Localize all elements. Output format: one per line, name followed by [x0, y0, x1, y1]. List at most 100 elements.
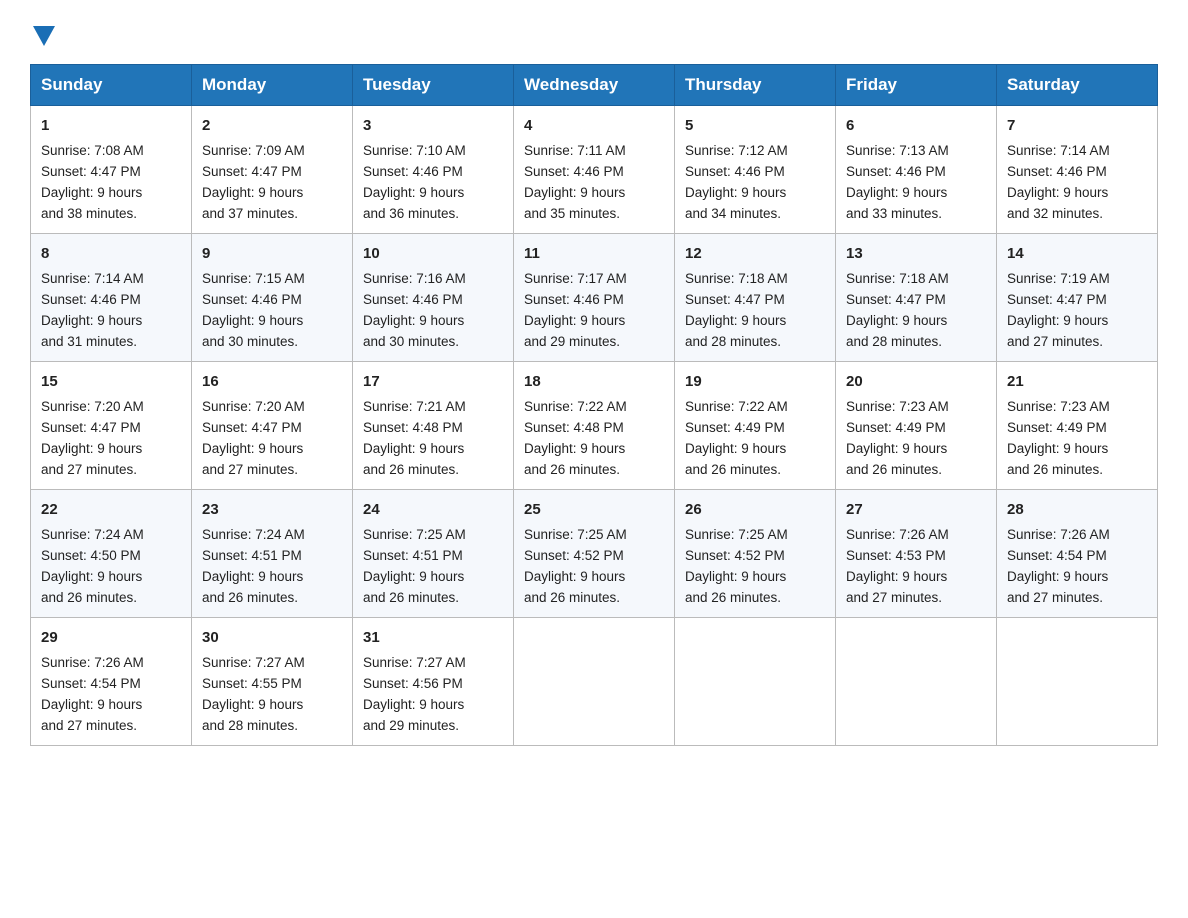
weekday-header-sunday: Sunday [31, 65, 192, 106]
day-number: 21 [1007, 370, 1147, 393]
day-info: Sunrise: 7:25 AMSunset: 4:52 PMDaylight:… [524, 527, 627, 605]
calendar-day-cell: 21 Sunrise: 7:23 AMSunset: 4:49 PMDaylig… [997, 361, 1158, 489]
day-info: Sunrise: 7:24 AMSunset: 4:51 PMDaylight:… [202, 527, 305, 605]
weekday-header-friday: Friday [836, 65, 997, 106]
calendar-week-row: 8 Sunrise: 7:14 AMSunset: 4:46 PMDayligh… [31, 233, 1158, 361]
calendar-day-cell: 16 Sunrise: 7:20 AMSunset: 4:47 PMDaylig… [192, 361, 353, 489]
calendar-day-cell: 10 Sunrise: 7:16 AMSunset: 4:46 PMDaylig… [353, 233, 514, 361]
day-number: 2 [202, 114, 342, 137]
calendar-day-cell: 25 Sunrise: 7:25 AMSunset: 4:52 PMDaylig… [514, 489, 675, 617]
weekday-header-saturday: Saturday [997, 65, 1158, 106]
day-info: Sunrise: 7:14 AMSunset: 4:46 PMDaylight:… [1007, 143, 1110, 221]
calendar-day-cell [675, 617, 836, 745]
calendar-day-cell: 7 Sunrise: 7:14 AMSunset: 4:46 PMDayligh… [997, 106, 1158, 234]
calendar-day-cell: 4 Sunrise: 7:11 AMSunset: 4:46 PMDayligh… [514, 106, 675, 234]
day-number: 18 [524, 370, 664, 393]
day-info: Sunrise: 7:24 AMSunset: 4:50 PMDaylight:… [41, 527, 144, 605]
day-number: 27 [846, 498, 986, 521]
calendar-day-cell: 15 Sunrise: 7:20 AMSunset: 4:47 PMDaylig… [31, 361, 192, 489]
day-number: 4 [524, 114, 664, 137]
day-number: 24 [363, 498, 503, 521]
calendar-day-cell [997, 617, 1158, 745]
calendar-week-row: 22 Sunrise: 7:24 AMSunset: 4:50 PMDaylig… [31, 489, 1158, 617]
day-info: Sunrise: 7:15 AMSunset: 4:46 PMDaylight:… [202, 271, 305, 349]
page-header [30, 20, 1158, 46]
calendar-day-cell: 22 Sunrise: 7:24 AMSunset: 4:50 PMDaylig… [31, 489, 192, 617]
day-info: Sunrise: 7:10 AMSunset: 4:46 PMDaylight:… [363, 143, 466, 221]
day-info: Sunrise: 7:26 AMSunset: 4:54 PMDaylight:… [1007, 527, 1110, 605]
weekday-header-thursday: Thursday [675, 65, 836, 106]
day-number: 22 [41, 498, 181, 521]
day-info: Sunrise: 7:26 AMSunset: 4:54 PMDaylight:… [41, 655, 144, 733]
day-number: 23 [202, 498, 342, 521]
day-number: 17 [363, 370, 503, 393]
logo [30, 20, 55, 46]
day-number: 10 [363, 242, 503, 265]
calendar-day-cell: 18 Sunrise: 7:22 AMSunset: 4:48 PMDaylig… [514, 361, 675, 489]
calendar-week-row: 15 Sunrise: 7:20 AMSunset: 4:47 PMDaylig… [31, 361, 1158, 489]
calendar-day-cell: 27 Sunrise: 7:26 AMSunset: 4:53 PMDaylig… [836, 489, 997, 617]
day-number: 8 [41, 242, 181, 265]
day-number: 5 [685, 114, 825, 137]
day-number: 29 [41, 626, 181, 649]
day-number: 25 [524, 498, 664, 521]
calendar-day-cell: 31 Sunrise: 7:27 AMSunset: 4:56 PMDaylig… [353, 617, 514, 745]
day-info: Sunrise: 7:13 AMSunset: 4:46 PMDaylight:… [846, 143, 949, 221]
calendar-day-cell: 8 Sunrise: 7:14 AMSunset: 4:46 PMDayligh… [31, 233, 192, 361]
day-number: 26 [685, 498, 825, 521]
calendar-day-cell: 14 Sunrise: 7:19 AMSunset: 4:47 PMDaylig… [997, 233, 1158, 361]
day-number: 30 [202, 626, 342, 649]
calendar-day-cell: 24 Sunrise: 7:25 AMSunset: 4:51 PMDaylig… [353, 489, 514, 617]
day-info: Sunrise: 7:21 AMSunset: 4:48 PMDaylight:… [363, 399, 466, 477]
day-info: Sunrise: 7:27 AMSunset: 4:56 PMDaylight:… [363, 655, 466, 733]
calendar-day-cell: 20 Sunrise: 7:23 AMSunset: 4:49 PMDaylig… [836, 361, 997, 489]
day-info: Sunrise: 7:20 AMSunset: 4:47 PMDaylight:… [202, 399, 305, 477]
calendar-week-row: 1 Sunrise: 7:08 AMSunset: 4:47 PMDayligh… [31, 106, 1158, 234]
day-number: 15 [41, 370, 181, 393]
day-number: 20 [846, 370, 986, 393]
calendar-day-cell: 11 Sunrise: 7:17 AMSunset: 4:46 PMDaylig… [514, 233, 675, 361]
day-number: 31 [363, 626, 503, 649]
weekday-header-wednesday: Wednesday [514, 65, 675, 106]
day-info: Sunrise: 7:25 AMSunset: 4:51 PMDaylight:… [363, 527, 466, 605]
day-info: Sunrise: 7:22 AMSunset: 4:49 PMDaylight:… [685, 399, 788, 477]
calendar-day-cell: 6 Sunrise: 7:13 AMSunset: 4:46 PMDayligh… [836, 106, 997, 234]
calendar-day-cell: 5 Sunrise: 7:12 AMSunset: 4:46 PMDayligh… [675, 106, 836, 234]
calendar-day-cell: 2 Sunrise: 7:09 AMSunset: 4:47 PMDayligh… [192, 106, 353, 234]
day-number: 9 [202, 242, 342, 265]
calendar-day-cell: 1 Sunrise: 7:08 AMSunset: 4:47 PMDayligh… [31, 106, 192, 234]
day-info: Sunrise: 7:17 AMSunset: 4:46 PMDaylight:… [524, 271, 627, 349]
calendar-day-cell: 30 Sunrise: 7:27 AMSunset: 4:55 PMDaylig… [192, 617, 353, 745]
calendar-table: SundayMondayTuesdayWednesdayThursdayFrid… [30, 64, 1158, 746]
day-number: 3 [363, 114, 503, 137]
calendar-day-cell: 3 Sunrise: 7:10 AMSunset: 4:46 PMDayligh… [353, 106, 514, 234]
calendar-header-row: SundayMondayTuesdayWednesdayThursdayFrid… [31, 65, 1158, 106]
calendar-day-cell: 28 Sunrise: 7:26 AMSunset: 4:54 PMDaylig… [997, 489, 1158, 617]
day-number: 7 [1007, 114, 1147, 137]
day-number: 14 [1007, 242, 1147, 265]
calendar-day-cell: 17 Sunrise: 7:21 AMSunset: 4:48 PMDaylig… [353, 361, 514, 489]
day-number: 28 [1007, 498, 1147, 521]
day-info: Sunrise: 7:09 AMSunset: 4:47 PMDaylight:… [202, 143, 305, 221]
day-info: Sunrise: 7:20 AMSunset: 4:47 PMDaylight:… [41, 399, 144, 477]
calendar-day-cell: 9 Sunrise: 7:15 AMSunset: 4:46 PMDayligh… [192, 233, 353, 361]
day-info: Sunrise: 7:23 AMSunset: 4:49 PMDaylight:… [1007, 399, 1110, 477]
calendar-day-cell: 23 Sunrise: 7:24 AMSunset: 4:51 PMDaylig… [192, 489, 353, 617]
calendar-day-cell [514, 617, 675, 745]
day-number: 11 [524, 242, 664, 265]
calendar-day-cell: 29 Sunrise: 7:26 AMSunset: 4:54 PMDaylig… [31, 617, 192, 745]
calendar-week-row: 29 Sunrise: 7:26 AMSunset: 4:54 PMDaylig… [31, 617, 1158, 745]
calendar-day-cell: 19 Sunrise: 7:22 AMSunset: 4:49 PMDaylig… [675, 361, 836, 489]
day-info: Sunrise: 7:12 AMSunset: 4:46 PMDaylight:… [685, 143, 788, 221]
day-number: 12 [685, 242, 825, 265]
day-info: Sunrise: 7:22 AMSunset: 4:48 PMDaylight:… [524, 399, 627, 477]
day-info: Sunrise: 7:23 AMSunset: 4:49 PMDaylight:… [846, 399, 949, 477]
logo-arrow-icon [33, 26, 55, 46]
day-info: Sunrise: 7:14 AMSunset: 4:46 PMDaylight:… [41, 271, 144, 349]
day-info: Sunrise: 7:16 AMSunset: 4:46 PMDaylight:… [363, 271, 466, 349]
day-info: Sunrise: 7:08 AMSunset: 4:47 PMDaylight:… [41, 143, 144, 221]
day-info: Sunrise: 7:19 AMSunset: 4:47 PMDaylight:… [1007, 271, 1110, 349]
weekday-header-tuesday: Tuesday [353, 65, 514, 106]
day-info: Sunrise: 7:11 AMSunset: 4:46 PMDaylight:… [524, 143, 626, 221]
calendar-day-cell: 26 Sunrise: 7:25 AMSunset: 4:52 PMDaylig… [675, 489, 836, 617]
